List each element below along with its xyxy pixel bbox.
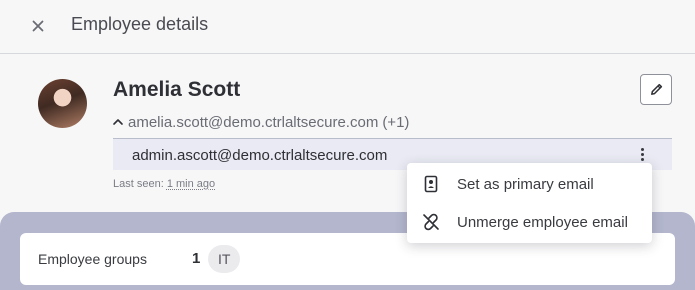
alternate-email: admin.ascott@demo.ctrlaltsecure.com bbox=[132, 147, 388, 164]
avatar bbox=[38, 79, 87, 128]
extra-email-count: (+1) bbox=[382, 113, 410, 131]
edit-button[interactable] bbox=[640, 74, 672, 105]
menu-item-unmerge[interactable]: Unmerge employee email bbox=[407, 203, 652, 241]
page-title: Employee details bbox=[71, 14, 209, 34]
chevron-up-icon bbox=[113, 119, 123, 125]
unlink-icon bbox=[421, 212, 441, 232]
panel-header: Employee details bbox=[0, 0, 695, 54]
group-chip[interactable]: IT bbox=[208, 245, 241, 273]
close-button[interactable] bbox=[28, 16, 48, 36]
close-icon bbox=[32, 20, 44, 32]
email-options-menu: Set as primary email Unmerge employee em… bbox=[407, 163, 652, 243]
menu-item-set-primary[interactable]: Set as primary email bbox=[407, 165, 652, 203]
employee-details-panel: Employee details Amelia Scott amelia.sco… bbox=[0, 0, 695, 290]
employee-name: Amelia Scott bbox=[113, 78, 241, 101]
groups-label: Employee groups bbox=[38, 251, 147, 267]
last-seen-value[interactable]: 1 min ago bbox=[167, 178, 215, 190]
kebab-icon bbox=[640, 147, 644, 151]
last-seen: Last seen: 1 min ago bbox=[113, 178, 215, 190]
menu-item-label: Unmerge employee email bbox=[457, 213, 628, 231]
last-seen-label: Last seen: bbox=[113, 178, 164, 190]
menu-item-label: Set as primary email bbox=[457, 175, 594, 193]
id-badge-icon bbox=[421, 174, 441, 194]
email-toggle[interactable]: amelia.scott@demo.ctrlaltsecure.com (+1) bbox=[112, 113, 409, 131]
primary-email: amelia.scott@demo.ctrlaltsecure.com bbox=[128, 113, 379, 131]
pencil-icon bbox=[650, 83, 662, 95]
groups-count: 1 bbox=[192, 250, 201, 267]
more-options-button[interactable] bbox=[635, 145, 649, 163]
